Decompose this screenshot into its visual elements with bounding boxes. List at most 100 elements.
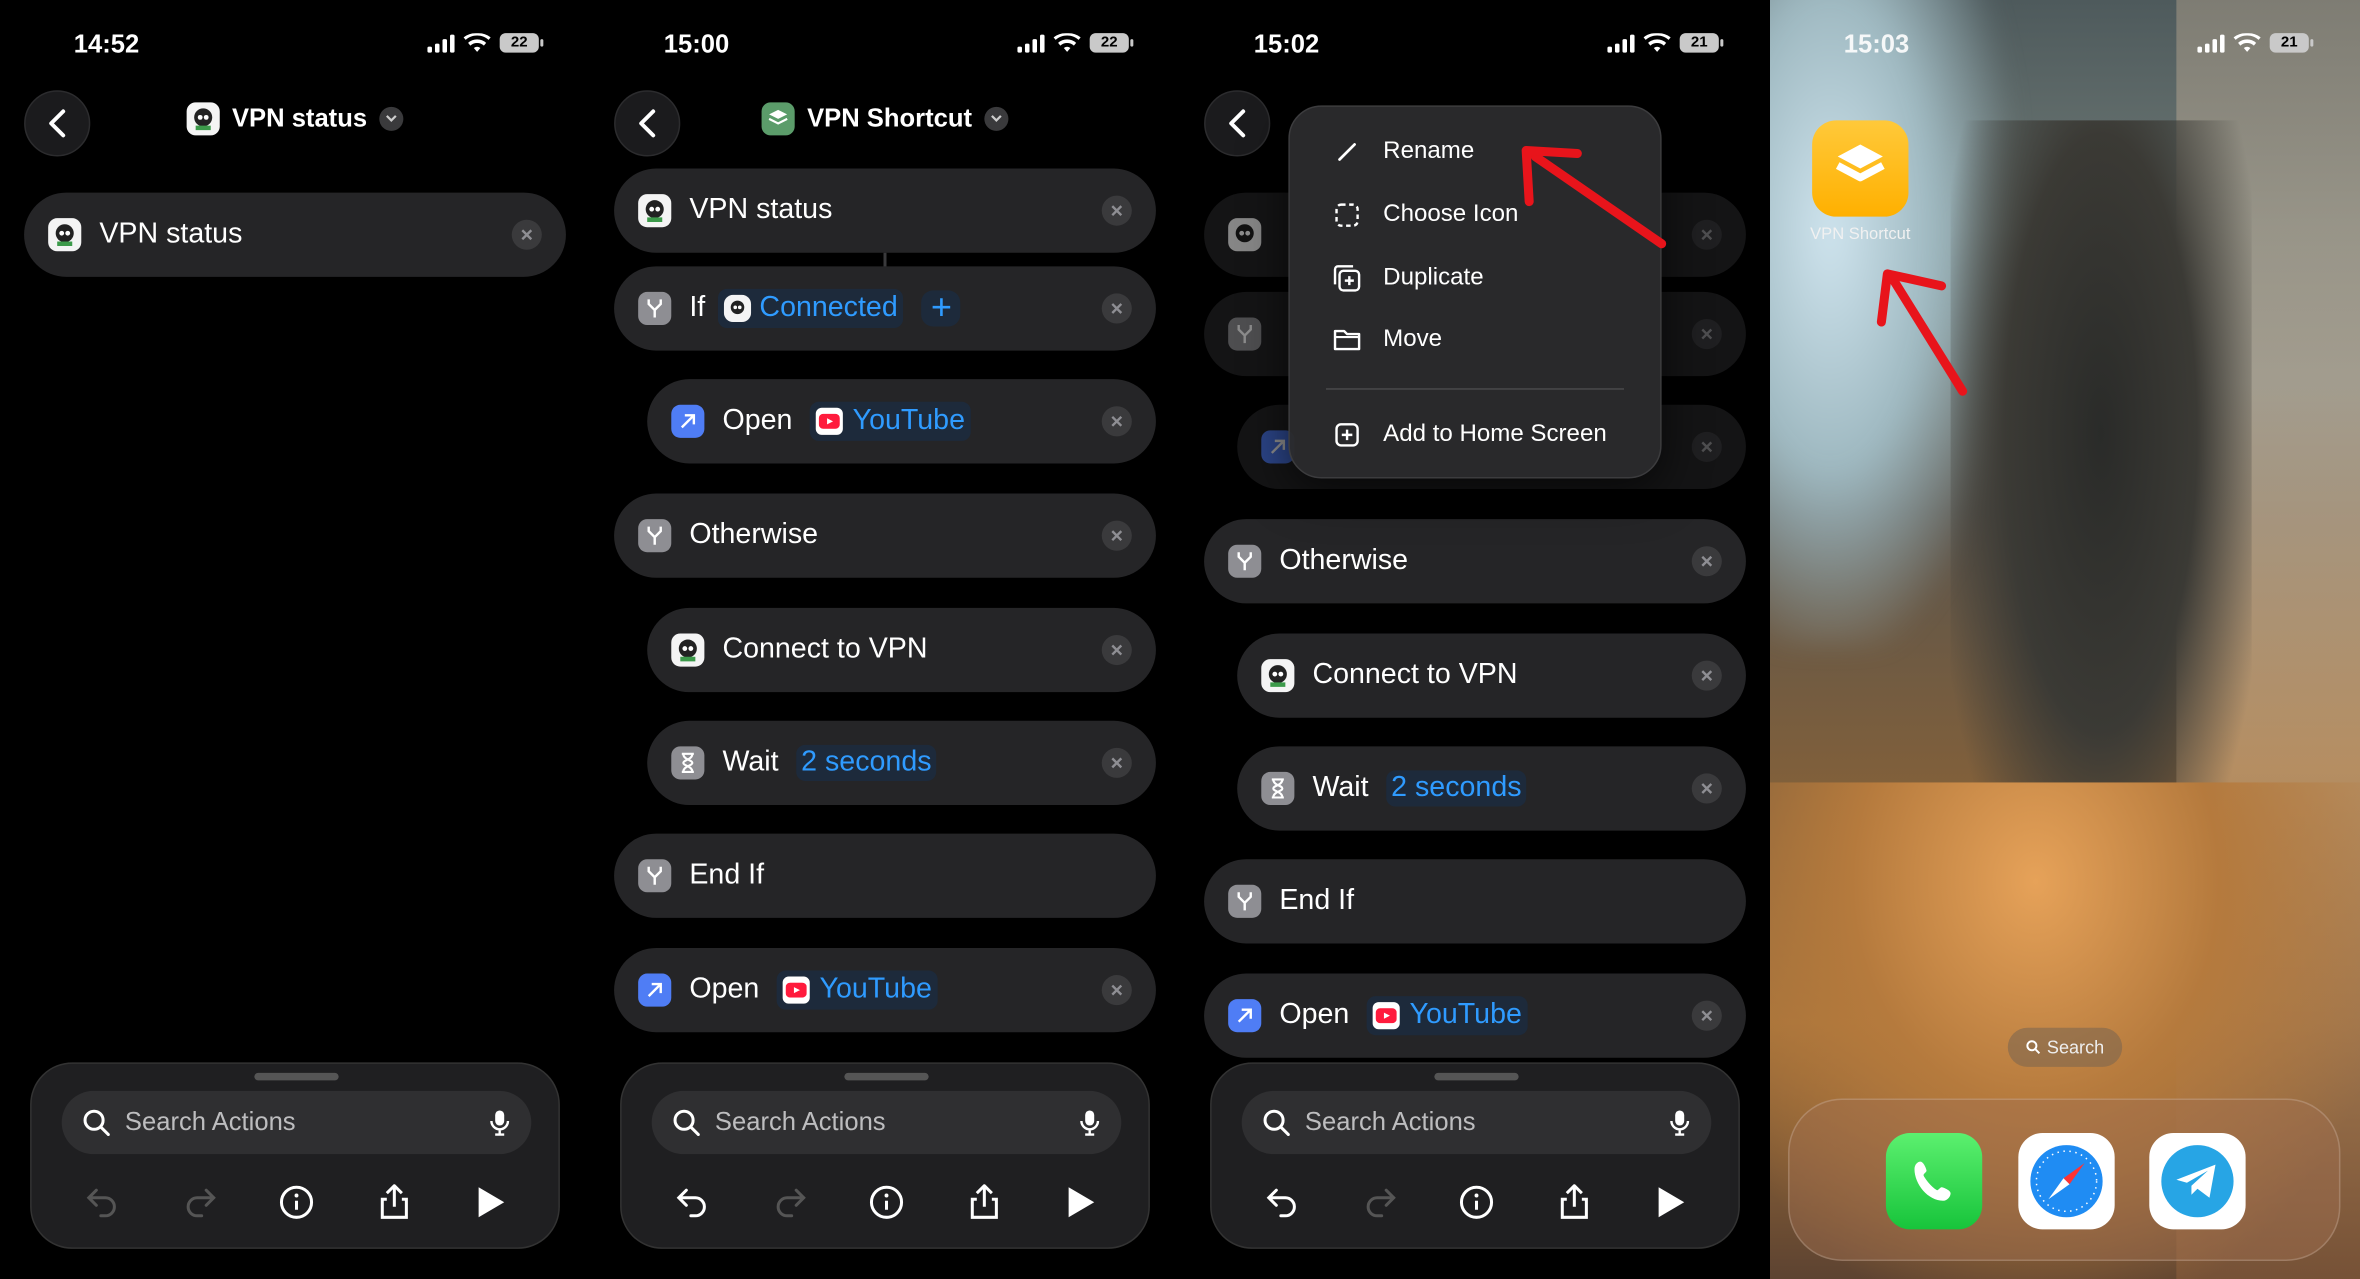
- action-wait[interactable]: Wait 2 seconds: [647, 720, 1156, 806]
- remove-action-icon[interactable]: [1101, 520, 1132, 551]
- remove-action-icon[interactable]: [1101, 293, 1132, 324]
- vpn-shortcut-home-icon[interactable]: [1812, 120, 1909, 217]
- status-time: 15:00: [663, 30, 730, 59]
- undo-icon[interactable]: [670, 1180, 715, 1225]
- remove-action-icon[interactable]: [1691, 219, 1722, 250]
- action-vpn-status[interactable]: VPN status: [24, 192, 566, 277]
- wait-duration-token[interactable]: 2 seconds: [796, 744, 937, 781]
- action-vpn-status[interactable]: VPN status: [614, 168, 1156, 253]
- redo-icon[interactable]: [767, 1180, 812, 1225]
- add-square-icon: [1335, 423, 1359, 447]
- wait-duration-token[interactable]: 2 seconds: [1386, 770, 1527, 807]
- home-icon-label: VPN Shortcut: [1810, 225, 1911, 244]
- shortcut-title-button[interactable]: VPN Shortcut: [590, 102, 1180, 136]
- duplicate-icon: [1333, 265, 1361, 292]
- info-icon[interactable]: [864, 1180, 909, 1225]
- search-actions-input[interactable]: Search Actions: [651, 1090, 1122, 1155]
- action-open-youtube-2[interactable]: Open YouTube: [614, 947, 1156, 1033]
- play-icon[interactable]: [1058, 1180, 1103, 1225]
- battery-icon: 22: [1089, 33, 1134, 53]
- search-actions-input[interactable]: Search Actions: [1241, 1090, 1712, 1155]
- sheet-handle[interactable]: [254, 1072, 339, 1081]
- play-icon[interactable]: [1648, 1180, 1693, 1225]
- battery-icon: 21: [2269, 33, 2314, 53]
- back-button[interactable]: [1204, 90, 1271, 157]
- share-icon[interactable]: [1551, 1180, 1596, 1225]
- safari-app[interactable]: [2018, 1133, 2115, 1230]
- action-otherwise[interactable]: Otherwise: [614, 493, 1156, 578]
- menu-item-duplicate[interactable]: Duplicate: [1332, 263, 1484, 293]
- telegram-icon: [2161, 1145, 2234, 1218]
- actions-sheet: Search Actions: [620, 1062, 1150, 1249]
- action-end-if[interactable]: End If: [614, 833, 1156, 918]
- add-condition-button[interactable]: +: [921, 290, 961, 327]
- cellular-signal-icon: [427, 33, 455, 52]
- menu-item-move[interactable]: Move: [1332, 327, 1442, 354]
- remove-action-icon[interactable]: [1691, 660, 1722, 691]
- remove-action-icon[interactable]: [1691, 1000, 1722, 1031]
- microphone-icon[interactable]: [1669, 1109, 1690, 1136]
- remove-action-icon[interactable]: [1691, 546, 1722, 577]
- menu-item-rename[interactable]: Rename: [1332, 137, 1474, 167]
- wifi-icon: [1053, 33, 1081, 52]
- youtube-icon: [1373, 1002, 1401, 1030]
- action-connect-vpn[interactable]: Connect to VPN: [647, 607, 1156, 693]
- remove-action-icon[interactable]: [1101, 406, 1132, 437]
- page-title: VPN status: [231, 103, 368, 133]
- youtube-token[interactable]: YouTube: [1367, 996, 1528, 1036]
- action-open-youtube[interactable]: Open YouTube: [647, 379, 1156, 464]
- wifi-icon: [463, 33, 491, 52]
- shortcut-context-menu: Rename Choose Icon Duplicate Move Add to…: [1288, 105, 1662, 479]
- remove-action-icon[interactable]: [1101, 747, 1132, 778]
- redo-icon[interactable]: [1357, 1180, 1402, 1225]
- pencil-icon: [1338, 143, 1356, 161]
- remove-action-icon[interactable]: [511, 219, 542, 250]
- telegram-app[interactable]: [2149, 1133, 2246, 1230]
- microphone-icon[interactable]: [489, 1109, 510, 1136]
- action-if[interactable]: If Connected +: [614, 266, 1156, 351]
- remove-action-icon[interactable]: [1101, 195, 1132, 226]
- action-connect-vpn[interactable]: Connect to VPN: [1237, 633, 1746, 718]
- remove-action-icon[interactable]: [1691, 431, 1722, 462]
- remove-action-icon[interactable]: [1101, 975, 1132, 1006]
- info-icon[interactable]: [274, 1180, 319, 1225]
- action-open-youtube-2[interactable]: Open YouTube: [1204, 973, 1746, 1058]
- home-search-pill[interactable]: Search: [2007, 1027, 2123, 1067]
- status-bar: 15:02 21: [1180, 27, 1770, 63]
- connected-token[interactable]: Connected: [717, 288, 904, 329]
- undo-icon[interactable]: [80, 1180, 125, 1225]
- action-wait[interactable]: Wait 2 seconds: [1237, 746, 1746, 831]
- status-bar: 15:03 21: [1770, 27, 2360, 63]
- open-app-icon: [1228, 999, 1262, 1033]
- branch-icon: [1228, 317, 1262, 351]
- sheet-handle[interactable]: [844, 1072, 929, 1081]
- youtube-token[interactable]: YouTube: [777, 970, 938, 1010]
- remove-action-icon[interactable]: [1691, 318, 1722, 350]
- menu-item-choose-icon[interactable]: Choose Icon: [1332, 200, 1518, 230]
- page-title: VPN Shortcut: [807, 103, 972, 133]
- share-icon[interactable]: [371, 1180, 416, 1225]
- status-time: 15:02: [1253, 30, 1320, 59]
- menu-item-add-to-home-screen[interactable]: Add to Home Screen: [1332, 420, 1607, 450]
- action-end-if[interactable]: End If: [1204, 859, 1746, 944]
- youtube-icon: [816, 407, 844, 435]
- shortcut-layers-icon: [761, 102, 796, 136]
- undo-icon[interactable]: [1260, 1180, 1305, 1225]
- info-icon[interactable]: [1454, 1180, 1499, 1225]
- redo-icon[interactable]: [177, 1180, 222, 1225]
- play-icon[interactable]: [468, 1180, 513, 1225]
- action-otherwise[interactable]: Otherwise: [1204, 519, 1746, 604]
- screen-1: 14:52 22 VPN status VPN status Search Ac…: [0, 0, 590, 1279]
- folder-icon: [1333, 329, 1361, 351]
- search-placeholder: Search Actions: [1304, 1107, 1476, 1137]
- cellular-signal-icon: [1017, 33, 1045, 52]
- youtube-token[interactable]: YouTube: [810, 401, 972, 441]
- microphone-icon[interactable]: [1079, 1109, 1100, 1136]
- share-icon[interactable]: [961, 1180, 1006, 1225]
- remove-action-icon[interactable]: [1101, 634, 1132, 666]
- phone-app[interactable]: [1885, 1133, 1983, 1230]
- search-actions-input[interactable]: Search Actions: [61, 1090, 532, 1155]
- shortcut-title-button[interactable]: VPN status: [0, 102, 590, 136]
- sheet-handle[interactable]: [1434, 1072, 1519, 1081]
- remove-action-icon[interactable]: [1691, 773, 1722, 804]
